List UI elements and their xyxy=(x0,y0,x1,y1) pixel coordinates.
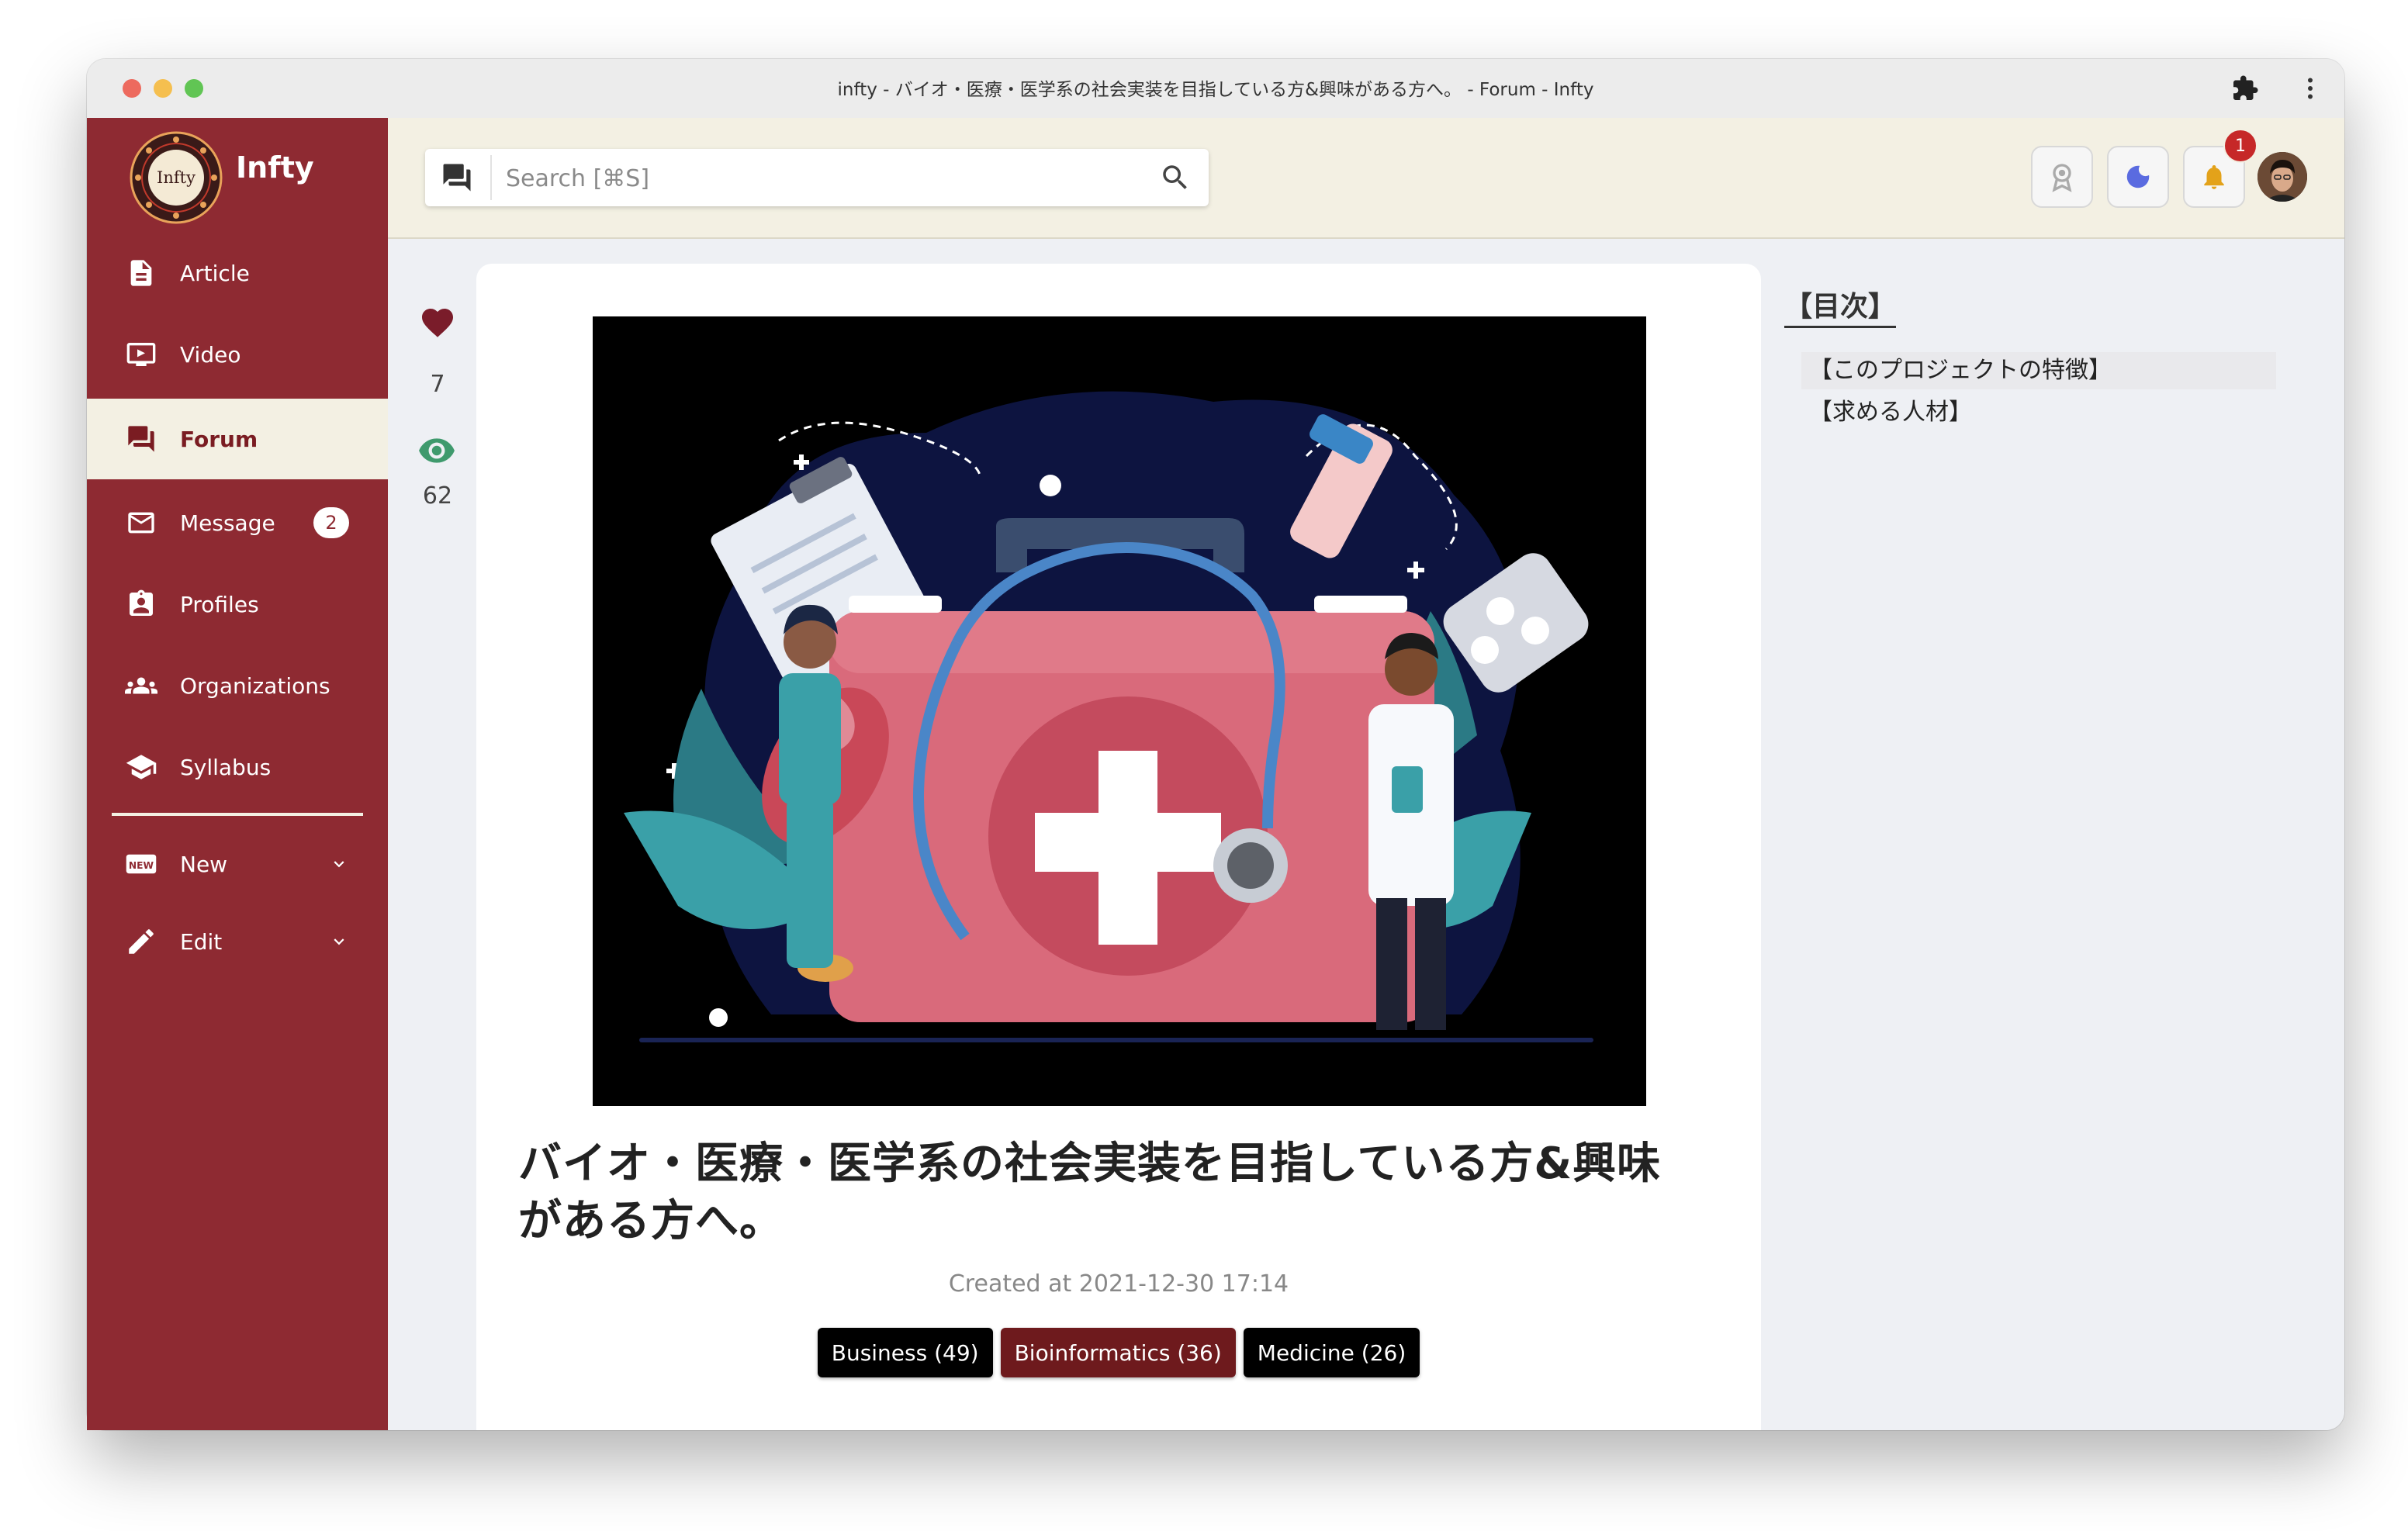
sidebar-item-syllabus[interactable]: Syllabus xyxy=(87,728,388,806)
toc-title: 【目次】 xyxy=(1784,284,1897,328)
sidebar-item-label: Profiles xyxy=(180,591,259,617)
dark-mode-button[interactable] xyxy=(2107,146,2169,208)
minimize-window-button[interactable] xyxy=(154,79,172,98)
sidebar-item-label: Organizations xyxy=(180,672,330,699)
medical-kit-illustration xyxy=(593,316,1646,1106)
search-separator xyxy=(490,155,492,200)
sidebar-item-article[interactable]: Article xyxy=(87,234,388,312)
avatar[interactable] xyxy=(2258,152,2307,202)
sidebar-item-new[interactable]: NEW New xyxy=(87,825,388,903)
toc-item[interactable]: 【求める人材】 xyxy=(1801,394,2276,431)
sidebar-item-profiles[interactable]: Profiles xyxy=(87,565,388,643)
search-icon[interactable] xyxy=(1159,161,1192,194)
mail-icon xyxy=(124,506,158,540)
heart-icon[interactable] xyxy=(419,304,456,341)
article-icon xyxy=(124,256,158,290)
window-title: infty - バイオ・医療・医学系の社会実装を目指している方&興味がある方へ。… xyxy=(837,80,1594,100)
sidebar-item-message[interactable]: Message 2 xyxy=(87,484,388,562)
title-bar: infty - バイオ・医療・医学系の社会実装を目指している方&興味がある方へ。… xyxy=(87,59,2344,119)
sidebar-item-label: Forum xyxy=(180,426,258,452)
infty-logo[interactable]: Infty xyxy=(129,130,223,225)
sidebar-item-label: New xyxy=(180,851,228,877)
moon-icon xyxy=(2126,165,2150,188)
maximize-window-button[interactable] xyxy=(185,79,203,98)
toc-item[interactable]: 【このプロジェクトの特徴】 xyxy=(1801,352,2276,389)
puzzle-extension-icon[interactable] xyxy=(2231,74,2259,102)
sidebar-panel: Infty Infty Article Video Forum Message … xyxy=(87,118,388,1430)
school-icon xyxy=(124,750,158,784)
tag-bioinformatics[interactable]: Bioinformatics (36) xyxy=(1000,1328,1236,1377)
close-window-button[interactable] xyxy=(123,79,141,98)
chevron-down-icon[interactable] xyxy=(329,931,349,952)
eye-icon xyxy=(419,438,455,463)
sidebar-item-label: Syllabus xyxy=(180,754,272,780)
sidebar-divider xyxy=(112,813,363,816)
svg-text:NEW: NEW xyxy=(129,860,154,871)
search-bar xyxy=(425,149,1209,206)
message-count-badge: 2 xyxy=(313,507,349,538)
sidebar-item-video[interactable]: Video xyxy=(87,316,388,393)
tag-medicine[interactable]: Medicine (26) xyxy=(1243,1328,1420,1377)
sidebar-item-organizations[interactable]: Organizations xyxy=(87,647,388,724)
sidebar-item-edit[interactable]: Edit xyxy=(87,903,388,980)
new-icon: NEW xyxy=(124,847,158,881)
content-area: 1 7 62 xyxy=(388,118,2344,1430)
tag-list: Business (49) Bioinformatics (36) Medici… xyxy=(476,1328,1761,1377)
post-card: バイオ・医療・医学系の社会実装を目指している方&興味がある方へ。 Created… xyxy=(476,264,1761,1430)
sidebar-item-label: Article xyxy=(180,260,250,286)
user-avatar-icon xyxy=(2258,152,2307,202)
notification-count-badge: 1 xyxy=(2223,129,2258,163)
sidebar-item-label: Message xyxy=(180,510,275,536)
forum-icon xyxy=(443,164,471,192)
groups-icon xyxy=(124,669,158,703)
chevron-down-icon[interactable] xyxy=(329,854,349,874)
tag-business[interactable]: Business (49) xyxy=(817,1328,993,1377)
award-icon xyxy=(2052,164,2072,192)
logo-text: Infty xyxy=(157,168,195,187)
search-input[interactable] xyxy=(504,157,1143,200)
profile-badge-icon xyxy=(124,587,158,621)
post-title: バイオ・医療・医学系の社会実装を目指している方&興味がある方へ。 xyxy=(518,1139,1662,1246)
view-count: 62 xyxy=(422,482,453,510)
sidebar-item-label: Edit xyxy=(180,928,223,955)
more-vert-icon[interactable] xyxy=(2296,74,2324,102)
sidebar-item-forum[interactable]: Forum xyxy=(87,399,388,479)
bell-icon xyxy=(2204,164,2224,189)
like-count: 7 xyxy=(430,371,445,398)
forum-icon xyxy=(124,422,158,456)
brand-name[interactable]: Infty xyxy=(236,150,314,185)
video-icon xyxy=(124,337,158,372)
sidebar-item-label: Video xyxy=(180,341,241,368)
pencil-icon xyxy=(124,924,158,959)
created-at: Created at 2021-12-30 17:14 xyxy=(948,1270,1289,1298)
top-header: 1 xyxy=(388,118,2344,239)
achievement-button[interactable] xyxy=(2031,146,2093,208)
